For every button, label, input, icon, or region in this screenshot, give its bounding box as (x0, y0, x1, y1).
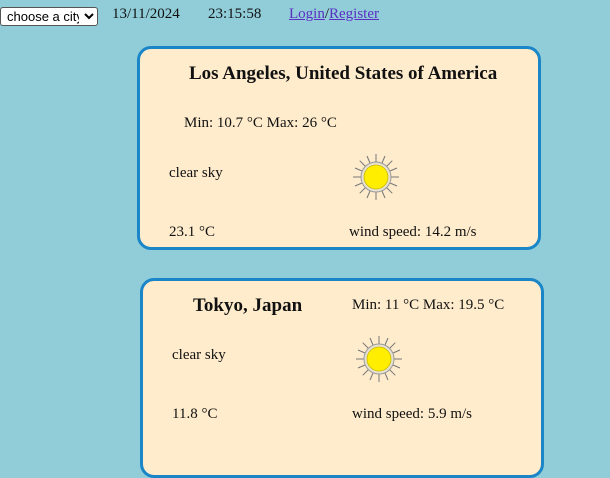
current-date: 13/11/2024 (112, 6, 180, 22)
sun-icon (353, 154, 399, 200)
login-link[interactable]: Login (289, 6, 325, 22)
weather-description: clear sky (172, 347, 226, 363)
current-temperature: 23.1 °C (169, 224, 216, 240)
city-name: Los Angeles, United States of America (189, 63, 498, 84)
wind-speed: wind speed: 14.2 m/s (349, 224, 477, 240)
top-bar: choose a city 13/11/2024 23:15:58 Login/… (0, 5, 610, 27)
auth-links: Login/Register (289, 6, 379, 23)
register-link[interactable]: Register (329, 6, 379, 22)
weather-card: Tokyo, Japan Min: 11 °C Max: 19.5 °C cle… (140, 278, 544, 478)
weather-card: Los Angeles, United States of America Mi… (137, 46, 541, 250)
current-time: 23:15:58 (208, 6, 262, 22)
sun-icon (356, 336, 402, 382)
wind-speed: wind speed: 5.9 m/s (352, 406, 472, 422)
min-max-temperature: Min: 10.7 °C Max: 26 °C (184, 115, 337, 131)
min-max-temperature: Min: 11 °C Max: 19.5 °C (352, 297, 505, 313)
current-temperature: 11.8 °C (172, 406, 218, 422)
city-name: Tokyo, Japan (193, 295, 303, 316)
weather-description: clear sky (169, 165, 223, 181)
city-select[interactable]: choose a city (0, 7, 98, 26)
